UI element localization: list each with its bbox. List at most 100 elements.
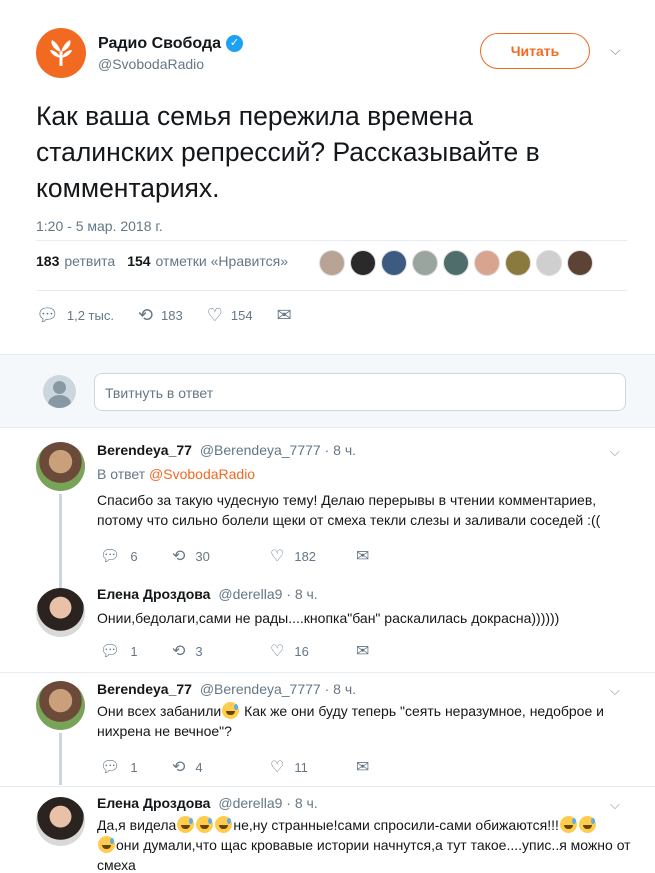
reply-icon: 💬︎	[100, 643, 121, 660]
reply-icon: 💬︎	[100, 548, 121, 565]
envelope-icon: ✉	[356, 759, 370, 776]
reply-text: Спасибо за такую чудесную тему! Делаю пе…	[97, 492, 601, 528]
liker-avatar[interactable]	[319, 250, 345, 276]
avatar[interactable]	[36, 588, 85, 637]
reply-author-handle[interactable]: @derella9	[218, 795, 282, 811]
like-count: 16	[294, 643, 309, 659]
sweat-smile-emoji-icon	[177, 816, 195, 833]
chevron-down-icon[interactable]: ⌵	[610, 42, 621, 59]
reply-tweet[interactable]: Berendeya_77 @Berendeya_7777 · 8 ч. ⌵ В …	[0, 428, 655, 588]
like-action[interactable]: ♡ 182	[270, 546, 356, 566]
heart-icon: ♡	[206, 305, 223, 325]
retweet-count: 4	[195, 759, 203, 775]
reply-count: 1	[130, 759, 138, 775]
reply-to-label: В ответ	[97, 466, 146, 482]
message-action[interactable]: ✉	[356, 641, 379, 661]
reply-count: 1,2 тыс.	[66, 308, 114, 323]
reply-author-name[interactable]: Berendeya_77	[97, 442, 192, 458]
liker-avatar[interactable]	[536, 250, 562, 276]
reply-actions: 💬︎ 1 ⟲ 3 ♡ 16 ✉	[100, 641, 379, 661]
reply-author-handle[interactable]: @Berendeya_7777	[200, 442, 321, 458]
message-action[interactable]: ✉	[356, 546, 379, 566]
like-count: 182	[294, 548, 317, 564]
chevron-down-icon[interactable]: ⌵	[610, 444, 620, 460]
retweet-count: 30	[195, 548, 210, 564]
reply-text: Они всех забанили Как же они буду теперь…	[97, 702, 604, 739]
like-action[interactable]: ♡ 16	[270, 641, 356, 661]
retweets-count[interactable]: 183	[36, 253, 59, 269]
reply-to: В ответ @SvobodaRadio	[97, 466, 255, 482]
reply-time[interactable]: · 8 ч.	[286, 586, 317, 602]
reply-count: 1	[130, 643, 138, 659]
retweet-icon: ⟲	[172, 759, 186, 776]
retweet-action[interactable]: ⟲ 183	[138, 305, 183, 326]
reply-count: 6	[130, 548, 138, 564]
tweet-stats: 183 ретвита 154 отметки «Нравится»	[36, 253, 288, 269]
liker-avatar[interactable]	[443, 250, 469, 276]
reply-author-name[interactable]: Елена Дроздова	[97, 586, 210, 602]
reply-to-handle[interactable]: @SvobodaRadio	[149, 466, 255, 482]
reply-tweet[interactable]: Berendeya_77 @Berendeya_7777 · 8 ч. ⌵ Он…	[0, 673, 655, 785]
retweet-icon: ⟲	[172, 548, 186, 565]
reply-action[interactable]: 💬︎ 6	[100, 546, 172, 566]
chevron-down-icon[interactable]: ⌵	[610, 797, 620, 813]
heart-icon: ♡	[270, 759, 285, 776]
tweet-actions: 💬︎ 1,2 тыс. ⟲ 183 ♡ 154 ✉	[36, 305, 324, 326]
reply-action[interactable]: 💬︎ 1	[100, 641, 172, 661]
reply-action[interactable]: 💬︎ 1	[100, 757, 172, 777]
liker-avatar[interactable]	[350, 250, 376, 276]
reply-tweet[interactable]: Елена Дроздова @derella9 · 8 ч. ⌵ Да,я в…	[0, 787, 655, 873]
divider	[36, 290, 627, 291]
reply-author-handle[interactable]: @derella9	[218, 586, 282, 602]
reply-text: Онии,бедолаги,сами не рады....кнопка"бан…	[97, 610, 560, 626]
chevron-down-icon[interactable]: ⌵	[610, 683, 620, 699]
reply-author-name[interactable]: Berendeya_77	[97, 681, 192, 697]
liker-avatar[interactable]	[381, 250, 407, 276]
like-action[interactable]: ♡ 154	[207, 305, 253, 326]
reply-actions: 💬︎ 1 ⟲ 4 ♡ 11 ✉	[100, 757, 379, 777]
liker-avatar[interactable]	[412, 250, 438, 276]
author-identity: Радио Свобода ✓ @SvobodaRadio	[98, 35, 244, 72]
verified-badge-icon: ✓	[226, 35, 244, 52]
sweat-smile-emoji-icon	[559, 816, 577, 833]
heart-icon: ♡	[270, 548, 285, 565]
like-action[interactable]: ♡ 11	[270, 757, 356, 777]
likes-count[interactable]: 154	[127, 253, 150, 269]
retweet-action[interactable]: ⟲ 3	[172, 641, 270, 661]
author-name[interactable]: Радио Свобода	[98, 35, 221, 53]
retweet-icon: ⟲	[137, 305, 154, 325]
reply-time[interactable]: · 8 ч.	[286, 795, 317, 811]
tweet-text: Как ваша семья пережила времена сталинск…	[36, 101, 540, 203]
reply-time[interactable]: · 8 ч.	[325, 681, 356, 697]
liker-avatar[interactable]	[567, 250, 593, 276]
reply-action[interactable]: 💬︎ 1,2 тыс.	[36, 305, 114, 326]
reply-text: Да,я видела не,ну странные!сами спросили-…	[97, 816, 631, 873]
sweat-smile-emoji-icon	[98, 836, 115, 853]
retweet-action[interactable]: ⟲ 4	[172, 757, 270, 777]
envelope-icon: ✉	[356, 548, 370, 565]
liker-avatar[interactable]	[474, 250, 500, 276]
avatar[interactable]	[36, 797, 85, 846]
avatar[interactable]	[36, 681, 85, 730]
reply-input[interactable]: Твитнуть в ответ	[94, 373, 626, 411]
thread-line	[59, 494, 62, 588]
likes-label[interactable]: отметки «Нравится»	[156, 253, 288, 269]
reply-author-name[interactable]: Елена Дроздова	[97, 795, 210, 811]
reply-tweet[interactable]: Елена Дроздова @derella9 · 8 ч. Онии,бед…	[0, 578, 655, 670]
tweet-timestamp[interactable]: 1:20 - 5 мар. 2018 г.	[36, 218, 619, 234]
like-count: 11	[294, 759, 308, 775]
author-avatar[interactable]	[36, 28, 86, 78]
retweet-action[interactable]: ⟲ 30	[172, 546, 270, 566]
avatar[interactable]	[36, 442, 85, 491]
message-action[interactable]: ✉	[356, 757, 379, 777]
radio-svoboda-logo-icon	[50, 40, 72, 66]
author-handle[interactable]: @SvobodaRadio	[98, 56, 243, 72]
message-action[interactable]: ✉	[277, 305, 300, 326]
liker-avatar[interactable]	[505, 250, 531, 276]
retweets-label[interactable]: ретвита	[64, 253, 115, 269]
reply-time[interactable]: · 8 ч.	[325, 442, 356, 458]
retweet-count: 3	[195, 643, 203, 659]
reply-header: Елена Дроздова @derella9 · 8 ч.	[97, 795, 318, 811]
follow-button[interactable]: Читать	[480, 33, 590, 69]
reply-author-handle[interactable]: @Berendeya_7777	[200, 681, 321, 697]
